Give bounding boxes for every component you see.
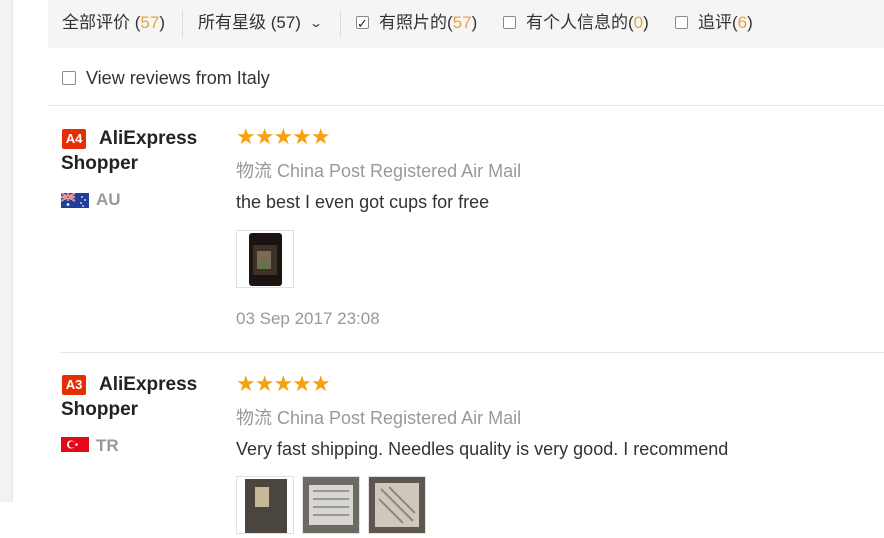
filter-all-count: 57: [140, 13, 160, 32]
filter-photos-close: ): [471, 13, 478, 32]
review-photo-thumbnail[interactable]: [236, 476, 294, 534]
filter-personal-label: 有个人信息的(: [526, 13, 634, 32]
filter-photos-count: 57: [452, 13, 472, 32]
reviewer-name: AliExpress Shopper: [61, 372, 211, 422]
rating-dropdown-label: 所有星级 (57): [198, 13, 301, 32]
review-text: the best I even got cups for free: [236, 192, 490, 212]
filter-with-personal-info[interactable]: 有个人信息的(0): [503, 12, 649, 34]
left-gutter: [0, 0, 13, 502]
star-rating: ★★★★★: [236, 371, 331, 396]
personal-info-checkbox[interactable]: [503, 16, 516, 29]
country-code: TR: [96, 436, 119, 455]
filter-personal-close: ): [643, 13, 649, 32]
divider: [182, 10, 183, 38]
filter-followup[interactable]: 追评(6): [675, 12, 753, 34]
filter-photos-label: 有照片的(: [379, 13, 453, 32]
followup-checkbox[interactable]: [675, 16, 688, 29]
review-photo-thumbnail[interactable]: [236, 230, 294, 288]
review-date: 03 Sep 2017 23:08: [236, 309, 380, 328]
flag-au-icon: [61, 193, 89, 208]
photo-image: [369, 477, 425, 533]
filter-with-photos[interactable]: 有照片的(57): [356, 12, 478, 35]
review-photo-thumbnail[interactable]: [302, 476, 360, 534]
photo-image: [245, 479, 287, 533]
filter-followup-close: ): [747, 13, 753, 32]
photo-image: [303, 477, 359, 533]
divider: [340, 10, 341, 38]
country-filter[interactable]: View reviews from Italy: [62, 68, 270, 89]
filter-personal-count: 0: [633, 13, 644, 32]
filter-bar: 全部评价 (57) 所有星级 (57)⌄ 有照片的(57) 有个人信息的(0) …: [48, 0, 884, 48]
filter-followup-label: 追评(: [698, 13, 738, 32]
country-filter-label: View reviews from Italy: [86, 68, 270, 88]
shipping-method: 物流 China Post Registered Air Mail: [236, 408, 522, 428]
country-code: AU: [96, 190, 121, 209]
review-photo-thumbnail[interactable]: [368, 476, 426, 534]
rating-dropdown[interactable]: 所有星级 (57) ⌄: [198, 12, 324, 35]
filter-all-close: ): [159, 13, 165, 32]
reviewer-name-text: AliExpress Shopper: [61, 374, 198, 420]
filter-followup-count: 6: [737, 13, 748, 32]
filter-all-label: 全部评价 (: [62, 13, 141, 32]
reviewer-name: AliExpress Shopper: [61, 126, 211, 176]
flag-tr-icon: [61, 437, 89, 452]
reviewer-name-text: AliExpress Shopper: [61, 128, 198, 174]
chevron-down-icon: ⌄: [308, 16, 324, 30]
review-text: Very fast shipping. Needles quality is v…: [236, 439, 729, 459]
country-filter-checkbox[interactable]: [62, 71, 76, 85]
divider: [61, 352, 884, 353]
photo-image: [249, 233, 282, 286]
filter-all-reviews[interactable]: 全部评价 (57): [62, 12, 165, 34]
star-rating: ★★★★★: [236, 124, 331, 149]
divider: [48, 105, 884, 106]
shipping-method: 物流 China Post Registered Air Mail: [236, 161, 522, 181]
photos-checkbox[interactable]: [356, 13, 369, 35]
